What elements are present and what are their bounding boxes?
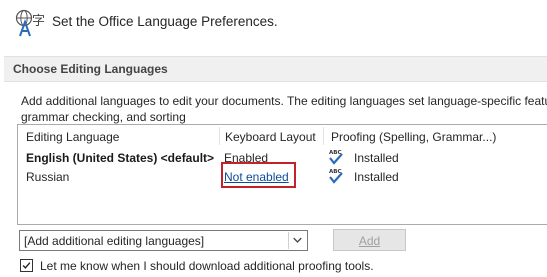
chevron-down-icon[interactable] (288, 232, 306, 249)
proofing-status: Installed (354, 151, 399, 165)
section-description: Add additional languages to edit your do… (21, 93, 547, 125)
description-line-1: Add additional languages to edit your do… (21, 94, 547, 108)
section-title: Choose Editing Languages (13, 62, 168, 76)
proofing-status: Installed (354, 170, 399, 184)
language-translate-icon: 字 (15, 9, 45, 37)
svg-text:字: 字 (32, 14, 45, 29)
abc-check-icon: ABC (329, 169, 343, 184)
language-name: Russian (26, 170, 70, 184)
add-language-dropdown-value: [Add additional editing languages] (24, 234, 205, 248)
column-separator (323, 127, 324, 145)
page-title: Set the Office Language Preferences. (52, 14, 278, 29)
highlight-annotation-box (221, 162, 296, 188)
column-header-proofing[interactable]: Proofing (Spelling, Grammar...) (331, 130, 496, 144)
add-button-label: Add (358, 234, 381, 248)
section-header: Choose Editing Languages (4, 56, 547, 82)
download-proofing-checkbox[interactable] (20, 259, 33, 272)
add-language-dropdown[interactable]: [Add additional editing languages] (19, 230, 308, 251)
column-header-editing-language[interactable]: Editing Language (26, 130, 119, 144)
download-proofing-checkbox-label[interactable]: Let me know when I should download addit… (40, 259, 374, 273)
column-header-keyboard-layout[interactable]: Keyboard Layout (225, 130, 316, 144)
language-name: English (United States) <default> (26, 151, 215, 165)
add-button[interactable]: Add (333, 229, 406, 251)
description-line-2: grammar checking, and sorting (21, 110, 186, 124)
column-separator (219, 127, 220, 145)
abc-check-icon: ABC (329, 150, 343, 165)
